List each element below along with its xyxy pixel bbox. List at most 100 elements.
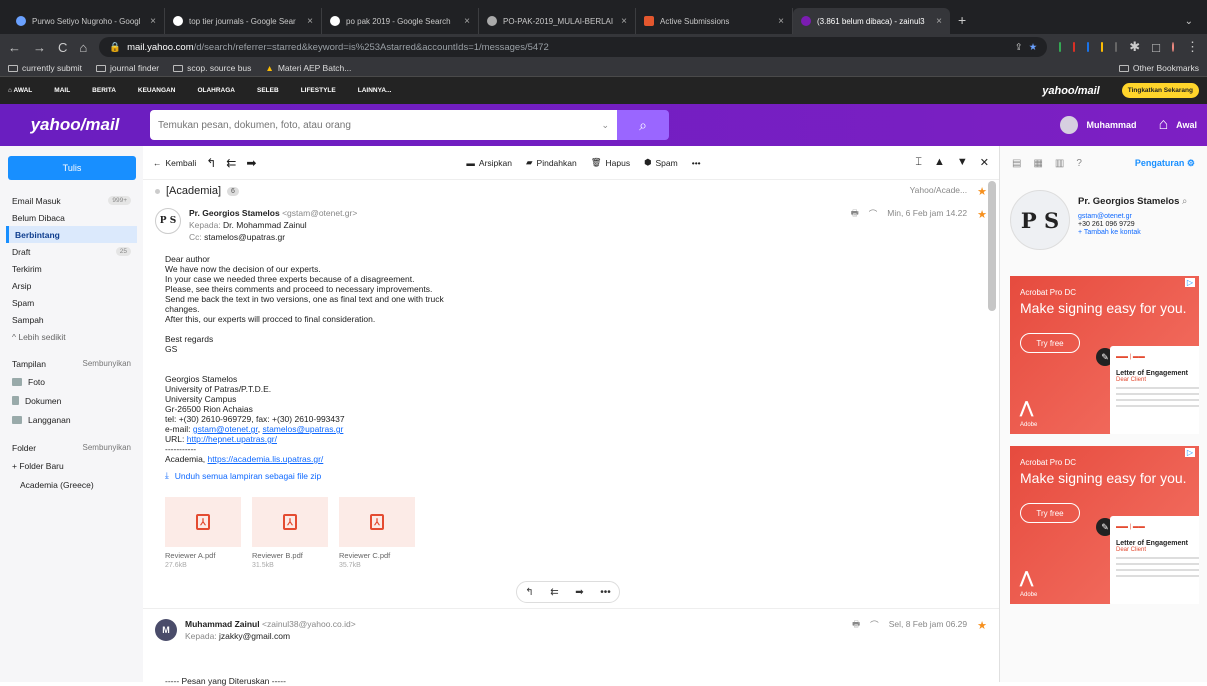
folder-starred[interactable]: Berbintang xyxy=(6,226,137,243)
attachment[interactable]: ⅄ Reviewer C.pdf 35.7kB xyxy=(339,497,415,569)
browser-tab-active[interactable]: (3.861 belum dibaca) - zainul3 × xyxy=(793,8,950,34)
adchoices-icon[interactable]: ▷ xyxy=(1184,278,1195,287)
bookmark-item[interactable]: journal finder xyxy=(96,63,159,73)
reply-icon[interactable]: ↰ xyxy=(206,156,216,170)
share-icon[interactable]: ⇪ xyxy=(1015,42,1023,53)
previous-icon[interactable]: ▲ xyxy=(934,156,945,169)
browser-tab[interactable]: po pak 2019 - Google Search × xyxy=(322,8,479,34)
adchoices-icon[interactable]: ▷ xyxy=(1184,448,1195,457)
nav-finance[interactable]: KEUANGAN xyxy=(138,87,176,94)
view-photos[interactable]: Foto xyxy=(6,372,137,391)
folder-sent[interactable]: Terkirim xyxy=(6,260,137,277)
collapse-icon[interactable]: ⌶ xyxy=(915,156,922,169)
bookmark-item[interactable]: currently submit xyxy=(8,63,82,73)
address-bar[interactable]: 🔒 mail.yahoo.com/d/search/referrer=starr… xyxy=(99,37,1048,57)
new-tab-button[interactable]: + xyxy=(958,12,966,28)
more-icon[interactable]: ••• xyxy=(600,587,611,598)
folder-unread[interactable]: Belum Dibaca xyxy=(6,209,137,226)
nav-celeb[interactable]: SELEB xyxy=(257,87,279,94)
email-link[interactable]: gstam@otenet.gr xyxy=(193,424,258,434)
menu-icon[interactable]: ⋮ xyxy=(1186,39,1199,55)
nav-more[interactable]: LAINNYA... xyxy=(358,87,392,94)
print-icon[interactable]: 🖶 xyxy=(852,619,860,633)
upgrade-button[interactable]: Tingkatkan Sekarang xyxy=(1121,83,1199,98)
extension-icon[interactable] xyxy=(1059,42,1062,52)
spam-button[interactable]: ⬢ Spam xyxy=(644,157,678,168)
show-less-link[interactable]: ^ Lebih sedikit xyxy=(6,328,137,345)
folder-academia[interactable]: Academia (Greece) xyxy=(6,475,137,494)
nav-lifestyle[interactable]: LIFESTYLE xyxy=(301,87,336,94)
window-icon[interactable]: □ xyxy=(1152,40,1160,55)
chevron-down-icon[interactable]: ⌄ xyxy=(601,120,609,131)
view-subscriptions[interactable]: Langganan xyxy=(6,410,137,429)
bookmark-item[interactable]: ▲ Materi AEP Batch... xyxy=(265,63,351,73)
search-box[interactable]: ⌄ xyxy=(150,110,617,140)
download-all-link[interactable]: ⤓ Unduh semua lampiran sebagai file zip xyxy=(165,470,987,481)
profile-avatar[interactable] xyxy=(1172,42,1175,52)
star-icon[interactable]: ★ xyxy=(977,619,987,632)
forward-icon[interactable]: ➡ xyxy=(246,156,256,170)
new-folder-button[interactable]: + Folder Baru xyxy=(6,456,137,475)
yahoo-mail-logo-small[interactable]: yahoo/mail xyxy=(1042,85,1099,97)
email-link[interactable]: stamelos@upatras.gr xyxy=(262,424,343,434)
browser-tab[interactable]: PO-PAK-2019_MULAI-BERLAI × xyxy=(479,8,636,34)
nav-mail[interactable]: MAIL xyxy=(54,87,70,94)
attachment[interactable]: ⅄ Reviewer B.pdf 31.5kB xyxy=(252,497,328,569)
browser-tab[interactable]: top tier journals - Google Sear × xyxy=(165,8,322,34)
nav-sports[interactable]: OLAHRAGA xyxy=(197,87,235,94)
compose-button[interactable]: Tulis xyxy=(8,156,136,180)
back-icon[interactable]: ← xyxy=(8,40,21,55)
reply-all-icon[interactable]: ⇇ xyxy=(550,587,558,598)
bookmark-item[interactable]: scop. source bus xyxy=(173,63,251,73)
folder-trash[interactable]: Sampah xyxy=(6,311,137,328)
ad-cta-button[interactable]: Try free xyxy=(1020,503,1080,523)
search-button[interactable]: ⌕ xyxy=(617,110,669,140)
bookmark-star-icon[interactable]: ★ xyxy=(1029,42,1038,53)
help-icon[interactable]: ? xyxy=(1076,158,1082,169)
calendar-icon[interactable]: ▦ xyxy=(1033,158,1042,169)
browser-tab[interactable]: Active Submissions × xyxy=(636,8,793,34)
archive-button[interactable]: ▬ Arsipkan xyxy=(466,157,512,168)
reply-icon[interactable]: ↰ xyxy=(525,587,533,598)
forward-icon[interactable]: → xyxy=(33,40,46,55)
contact-email[interactable]: gstam@otenet.gr xyxy=(1078,213,1187,220)
extension-icon[interactable] xyxy=(1087,42,1090,52)
home-icon[interactable]: ⌂ xyxy=(79,40,87,55)
thread-folder[interactable]: Yahoo/Acade... xyxy=(910,185,968,198)
contacts-icon[interactable]: ▤ xyxy=(1012,158,1021,169)
url-link[interactable]: http://hepnet.upatras.gr/ xyxy=(187,434,277,444)
attachment[interactable]: ⅄ Reviewer A.pdf 27.6kB xyxy=(165,497,241,569)
folder-inbox[interactable]: Email Masuk 999+ xyxy=(6,192,137,209)
advertisement[interactable]: ▷ Acrobat Pro DC Make signing easy for y… xyxy=(1010,276,1199,434)
reload-icon[interactable]: C xyxy=(58,40,67,55)
close-icon[interactable]: × xyxy=(464,16,470,27)
extension-icon[interactable] xyxy=(1073,42,1076,52)
home-link[interactable]: Awal xyxy=(1176,120,1197,130)
sender[interactable]: Muhammad Zainul <zainul38@yahoo.co.id> xyxy=(185,619,356,629)
user-menu[interactable]: Muhammad ⌂ Awal xyxy=(1060,116,1197,134)
search-icon[interactable]: ⌕ xyxy=(1182,196,1187,207)
search-input[interactable] xyxy=(158,119,602,131)
extension-icon[interactable] xyxy=(1101,42,1104,52)
settings-button[interactable]: Pengaturan ⚙ xyxy=(1135,158,1195,169)
ad-cta-button[interactable]: Try free xyxy=(1020,333,1080,353)
scrollbar[interactable] xyxy=(988,181,996,311)
folder-spam[interactable]: Spam xyxy=(6,294,137,311)
close-icon[interactable]: × xyxy=(778,16,784,27)
advertisement[interactable]: ▷ Acrobat Pro DC Make signing easy for y… xyxy=(1010,446,1199,604)
sender[interactable]: Pr. Georgios Stamelos <gstam@otenet.gr> xyxy=(189,208,357,218)
other-bookmarks[interactable]: Other Bookmarks xyxy=(1118,63,1199,73)
close-icon[interactable]: × xyxy=(150,16,156,27)
print-icon[interactable]: 🖶 xyxy=(851,208,859,222)
nav-news[interactable]: BERITA xyxy=(92,87,116,94)
add-contact-link[interactable]: + Tambah ke kontak xyxy=(1078,229,1187,236)
delete-button[interactable]: 🗑 Hapus xyxy=(591,157,630,168)
notepad-icon[interactable]: ▥ xyxy=(1055,158,1064,169)
folder-drafts[interactable]: Draft 25 xyxy=(6,243,137,260)
back-button[interactable]: ← Kembali xyxy=(153,158,196,168)
view-documents[interactable]: Dokumen xyxy=(6,391,137,410)
star-icon[interactable]: ★ xyxy=(977,208,987,221)
views-hide-link[interactable]: Sembunyikan xyxy=(83,359,131,368)
star-icon[interactable]: ★ xyxy=(977,185,987,198)
reply-all-icon[interactable]: ⇇ xyxy=(226,156,236,170)
